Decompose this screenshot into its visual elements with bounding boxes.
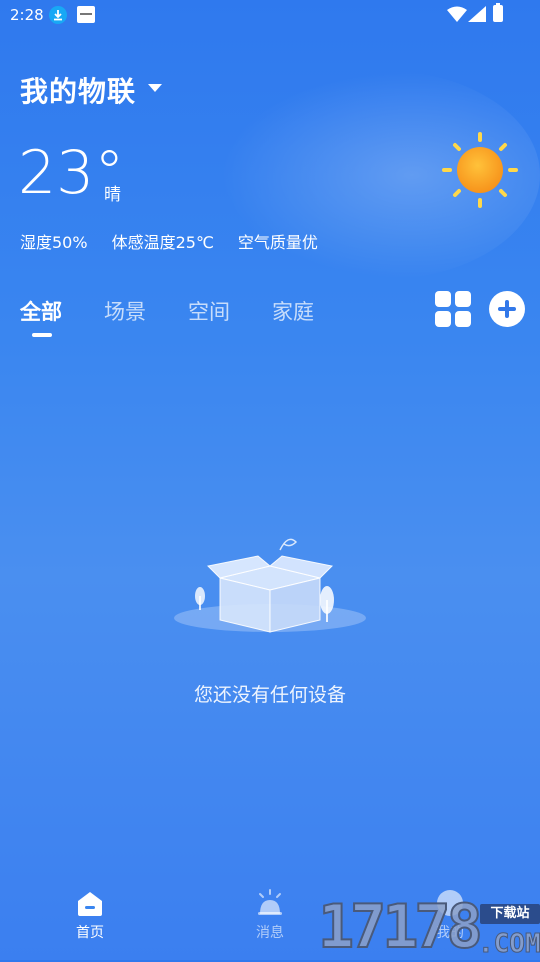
tab-scenes[interactable]: 场景 — [104, 296, 146, 326]
humidity: 湿度50% — [20, 233, 88, 252]
download-icon — [49, 6, 67, 24]
status-bar: 2:28 — [0, 0, 540, 30]
weather-condition: 晴 — [104, 185, 121, 205]
active-tab-indicator — [32, 333, 52, 337]
category-tabs: 全部 场景 空间 家庭 — [20, 296, 314, 326]
signal-icon — [468, 6, 486, 22]
status-time: 2:28 — [10, 6, 44, 24]
notification-icon — [77, 6, 95, 23]
caret-down-icon[interactable] — [148, 84, 162, 92]
watermark-number: 17178 — [317, 892, 484, 962]
nav-messages-label: 消息 — [256, 925, 284, 941]
watermark-domain: .COM — [478, 929, 540, 960]
nav-home-label: 首页 — [76, 925, 104, 941]
empty-box-icon — [174, 538, 366, 633]
tab-spaces[interactable]: 空间 — [188, 296, 230, 326]
grid-view-icon[interactable] — [435, 291, 471, 327]
air-quality: 空气质量优 — [237, 233, 318, 252]
feels-like-temperature: 体感温度25℃ — [111, 233, 214, 252]
wifi-icon — [447, 6, 467, 22]
sun-icon — [442, 132, 518, 208]
weather-details: 湿度50% 体感温度25℃ 空气质量优 — [20, 229, 318, 253]
empty-state-message: 您还没有任何设备 — [193, 684, 346, 706]
home-name-title[interactable]: 我的物联 — [20, 70, 136, 110]
tab-all[interactable]: 全部 — [20, 296, 62, 326]
battery-icon — [493, 3, 503, 22]
nav-home[interactable]: 首页 — [45, 888, 135, 942]
home-icon — [75, 888, 105, 918]
bell-icon — [255, 888, 285, 918]
nav-messages[interactable]: 消息 — [225, 888, 315, 942]
watermark-logo: 17178 下载站 .COM — [317, 892, 540, 962]
watermark-badge: 下载站 — [480, 904, 540, 924]
add-icon[interactable] — [489, 291, 525, 327]
tab-family[interactable]: 家庭 — [272, 296, 314, 326]
